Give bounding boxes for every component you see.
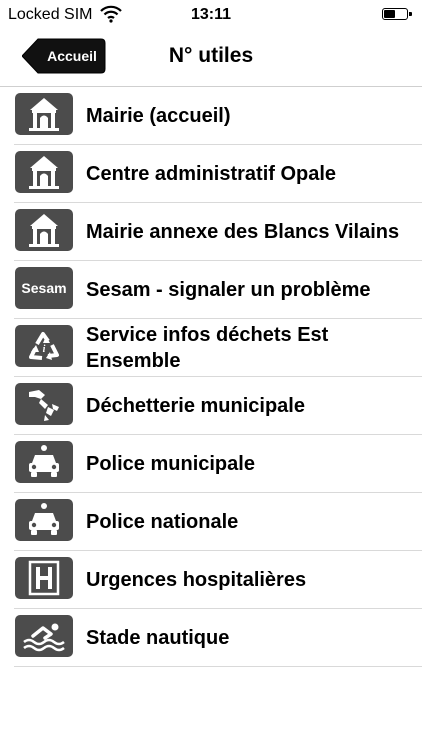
list-item[interactable]: Sesam Sesam - signaler un problème <box>0 261 422 319</box>
list-item-label: Sesam - signaler un problème <box>86 278 371 301</box>
list-item[interactable]: Police nationale <box>0 493 422 551</box>
list-item-label: Centre administratif Opale <box>86 162 337 185</box>
list-item-label: Urgences hospitalières <box>86 568 307 591</box>
list-item-label: Déchetterie municipale <box>86 394 305 417</box>
clock: 13:11 <box>190 6 232 23</box>
page-title: N° utiles <box>168 44 254 67</box>
svg-text:i: i <box>43 344 46 355</box>
hospital-icon <box>15 557 73 599</box>
navigation-bar: Accueil N° utiles <box>0 30 422 87</box>
list-item-label: Mairie annexe des Blancs Vilains <box>86 220 400 243</box>
town-hall-icon <box>15 93 73 135</box>
list-item-label: Service infos déchets Est Ensemble <box>86 323 329 372</box>
swimming-icon <box>15 615 73 657</box>
town-hall-icon <box>15 151 73 193</box>
list-item-label: Mairie (accueil) <box>86 104 231 127</box>
contacts-list: Mairie (accueil) Centre administratif Op… <box>0 87 422 667</box>
list-item[interactable]: Centre administratif Opale <box>0 145 422 203</box>
status-bar: Locked SIM 13:11 <box>0 0 422 30</box>
sesam-logo-icon: Sesam <box>15 267 73 309</box>
list-item[interactable]: Police municipale <box>0 435 422 493</box>
police-car-icon <box>15 441 73 483</box>
police-car-icon <box>15 499 73 541</box>
list-item[interactable]: Urgences hospitalières <box>0 551 422 609</box>
sesam-logo-text: Sesam <box>21 280 67 296</box>
list-item-label: Police municipale <box>86 452 255 475</box>
list-item[interactable]: Mairie (accueil) <box>0 87 422 145</box>
list-item[interactable]: Stade nautique <box>0 609 422 667</box>
town-hall-icon <box>15 209 73 251</box>
battery-icon <box>382 8 412 20</box>
list-item[interactable]: Déchetterie municipale <box>0 377 422 435</box>
waste-disposal-icon <box>15 383 73 425</box>
list-item-label: Police nationale <box>86 510 239 533</box>
recycling-icon: i <box>15 325 73 367</box>
list-item[interactable]: Mairie annexe des Blancs Vilains <box>0 203 422 261</box>
list-item-label: Stade nautique <box>86 626 230 649</box>
list-item[interactable]: i Service infos déchets Est Ensemble <box>0 319 422 377</box>
